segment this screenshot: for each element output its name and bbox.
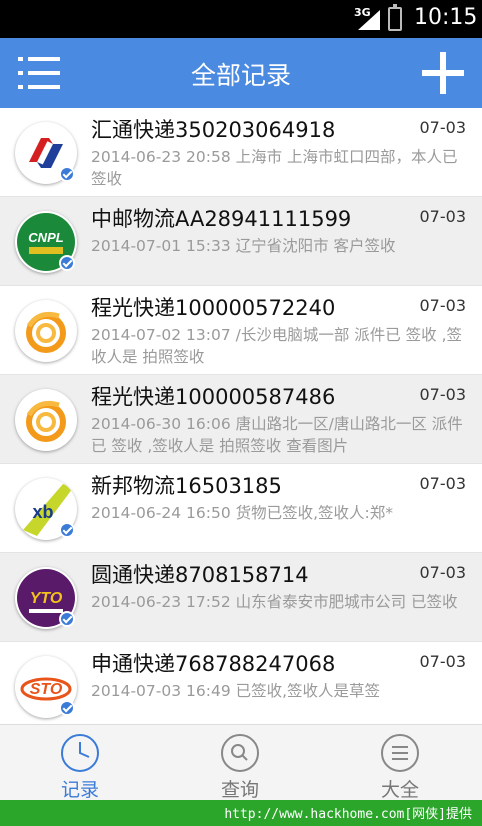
app-header: 全部记录: [0, 38, 482, 108]
record-name: 中邮物流AA28941111599: [91, 207, 352, 231]
verified-icon: [59, 700, 75, 716]
records-list: 汇通快递350203064918 07-03 2014-06-23 20:58 …: [0, 108, 482, 731]
clock-time: 10:15: [414, 5, 478, 30]
record-date: 07-03: [419, 385, 467, 404]
record-date: 07-03: [419, 652, 467, 671]
verified-icon: [59, 522, 75, 538]
record-row[interactable]: 程光快递100000587486 07-03 2014-06-30 16:06 …: [0, 375, 482, 464]
yuantong-logo-text: YTO: [30, 590, 63, 607]
tab-records[interactable]: 记录: [0, 725, 160, 801]
record-name: 程光快递100000587486: [91, 385, 336, 409]
shentong-logo-text: STO: [30, 681, 63, 698]
record-name: 圆通快递8708158714: [91, 563, 309, 587]
record-detail: 2014-07-02 13:07 /长沙电脑城一部 派件已 签收 ,签收人是 拍…: [91, 326, 463, 366]
watermark-text: http://www.hackhome.com[网侠]提供: [224, 807, 472, 822]
record-date: 07-03: [419, 118, 467, 137]
record-row[interactable]: STO 申通快递768788247068 07-03 2014-07-03 16…: [0, 642, 482, 731]
record-name: 程光快递100000572240: [91, 296, 336, 320]
status-bar: 3G 10:15: [0, 0, 482, 38]
record-row[interactable]: 程光快递100000572240 07-03 2014-07-02 13:07 …: [0, 286, 482, 375]
battery-icon: [388, 4, 402, 31]
record-name: 申通快递768788247068: [91, 652, 336, 676]
record-detail: 2014-06-30 16:06 唐山路北一区/唐山路北一区 派件已 签收 ,签…: [91, 415, 463, 455]
verified-icon: [59, 611, 75, 627]
tab-label: 查询: [220, 779, 259, 801]
record-name: 汇通快递350203064918: [91, 118, 336, 142]
record-name: 新邦物流16503185: [91, 474, 282, 498]
record-row[interactable]: YTO 圆通快递8708158714 07-03 2014-06-23 17:5…: [0, 553, 482, 642]
record-row[interactable]: CNPL 中邮物流AA28941111599 07-03 2014-07-01 …: [0, 197, 482, 286]
clock-icon: [61, 734, 99, 772]
tab-query[interactable]: 查询: [160, 725, 320, 801]
add-icon[interactable]: [422, 52, 464, 94]
tab-directory[interactable]: 大全: [320, 725, 480, 801]
record-date: 07-03: [419, 296, 467, 315]
footer-bar: http://www.hackhome.com[网侠]提供: [0, 800, 482, 826]
record-date: 07-03: [419, 563, 467, 582]
search-icon: [221, 734, 259, 772]
signal-icon: [358, 10, 380, 30]
bottom-nav: 记录 查询 大全: [0, 724, 482, 801]
record-date: 07-03: [419, 474, 467, 493]
cnpl-logo-text: CNPL: [28, 230, 63, 245]
record-detail: 2014-07-01 15:33 辽宁省沈阳市 客户签收: [91, 237, 396, 255]
tab-label: 记录: [60, 779, 99, 801]
verified-icon: [59, 255, 75, 271]
xinbang-logo-text: xb: [32, 502, 53, 522]
chengguang-logo: [15, 300, 77, 362]
record-detail: 2014-06-24 16:50 货物已签收,签收人:郑*: [91, 504, 394, 522]
record-detail: 2014-07-03 16:49 已签收,签收人是草签: [91, 682, 381, 700]
record-date: 07-03: [419, 207, 467, 226]
page-title: 全部记录: [190, 61, 291, 90]
record-row[interactable]: 汇通快递350203064918 07-03 2014-06-23 20:58 …: [0, 108, 482, 197]
verified-icon: [59, 166, 75, 182]
record-detail: 2014-06-23 17:52 山东省泰安市肥城市公司 已签收: [91, 593, 458, 611]
record-row[interactable]: xb 新邦物流16503185 07-03 2014-06-24 16:50 货…: [0, 464, 482, 553]
tab-label: 大全: [380, 779, 419, 801]
record-detail: 2014-06-23 20:58 上海市 上海市虹口四部，本人已签收: [91, 148, 458, 188]
list-icon: [381, 734, 419, 772]
chengguang-logo: [15, 389, 77, 451]
